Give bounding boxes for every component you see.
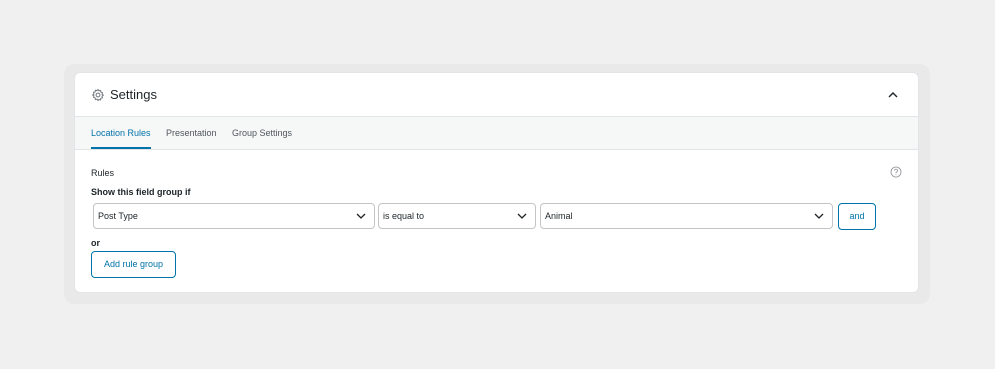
panel-header[interactable]: Settings: [75, 73, 918, 117]
panel-title: Settings: [110, 87, 157, 102]
gear-icon: [92, 88, 104, 102]
or-label: or: [91, 238, 100, 248]
rules-label: Rules: [91, 168, 115, 178]
show-if-label: Show this field group if: [91, 187, 191, 197]
tab-bar: Location Rules Presentation Group Settin…: [75, 117, 918, 150]
add-rule-group-button[interactable]: Add rule group: [91, 251, 176, 278]
rule-operator-value: is equal to: [383, 211, 425, 221]
settings-panel: Settings Location Rules Presentation Gro…: [74, 72, 919, 293]
rule-param-value: Post Type: [98, 211, 138, 221]
rule-value-value: Animal: [545, 211, 573, 221]
rule-value-select[interactable]: Animal: [540, 203, 833, 229]
rule-operator-select[interactable]: is equal to: [378, 203, 536, 229]
add-and-rule-button[interactable]: and: [838, 203, 876, 230]
tab-presentation[interactable]: Presentation: [166, 117, 217, 149]
rule-param-select[interactable]: Post Type: [93, 203, 375, 229]
help-icon[interactable]: [890, 166, 902, 178]
chevron-down-icon: [356, 213, 366, 219]
chevron-down-icon: [814, 213, 824, 219]
tab-location-rules[interactable]: Location Rules: [91, 117, 151, 149]
chevron-up-icon[interactable]: [886, 88, 900, 102]
chevron-down-icon: [517, 213, 527, 219]
tab-group-settings[interactable]: Group Settings: [232, 117, 292, 149]
